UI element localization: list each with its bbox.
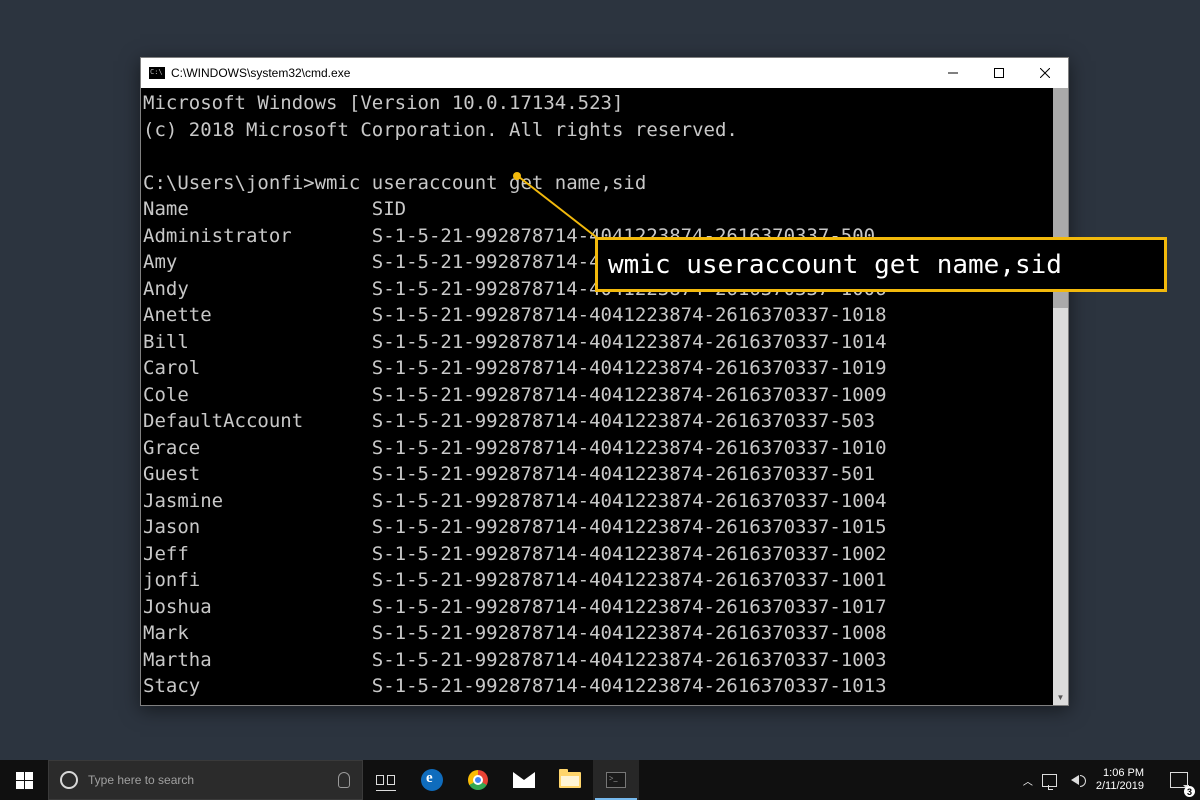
- windows-logo-icon: [16, 772, 33, 789]
- task-view-icon: [376, 772, 396, 788]
- taskbar-app-cmd[interactable]: [593, 760, 639, 800]
- maximize-button[interactable]: [976, 58, 1022, 88]
- annotation-leader-line: [560, 176, 561, 177]
- notification-icon: [1170, 772, 1188, 788]
- taskbar: Type here to search ︿ 1:06 PM 2/11/2019 …: [0, 760, 1200, 800]
- network-icon[interactable]: [1042, 774, 1057, 787]
- taskbar-app-edge[interactable]: [409, 760, 455, 800]
- cmd-app-icon: [149, 67, 165, 79]
- mail-icon: [513, 772, 535, 788]
- callout-text: wmic useraccount get name,sid: [608, 250, 1062, 280]
- volume-icon[interactable]: [1066, 775, 1079, 785]
- clock-date: 2/11/2019: [1096, 780, 1144, 793]
- action-center-button[interactable]: 3: [1158, 760, 1200, 800]
- system-tray: ︿ 1:06 PM 2/11/2019: [1017, 760, 1158, 800]
- cmd-window: C:\WINDOWS\system32\cmd.exe Microsoft Wi…: [140, 57, 1069, 706]
- cortana-icon: [60, 771, 78, 789]
- taskbar-app-chrome[interactable]: [455, 760, 501, 800]
- folder-icon: [559, 772, 581, 788]
- start-button[interactable]: [0, 760, 48, 800]
- search-placeholder: Type here to search: [88, 773, 194, 787]
- window-title: C:\WINDOWS\system32\cmd.exe: [171, 66, 350, 80]
- minimize-button[interactable]: [930, 58, 976, 88]
- taskbar-app-mail[interactable]: [501, 760, 547, 800]
- edge-icon: [421, 769, 443, 791]
- titlebar[interactable]: C:\WINDOWS\system32\cmd.exe: [141, 58, 1068, 88]
- microphone-icon[interactable]: [338, 772, 350, 788]
- search-box[interactable]: Type here to search: [48, 760, 363, 800]
- close-button[interactable]: [1022, 58, 1068, 88]
- chrome-icon: [468, 770, 488, 790]
- tray-overflow-button[interactable]: ︿: [1023, 773, 1033, 788]
- cmd-icon: [606, 772, 626, 788]
- task-view-button[interactable]: [363, 760, 409, 800]
- vertical-scrollbar[interactable]: ▲ ▼: [1053, 88, 1068, 705]
- taskbar-clock[interactable]: 1:06 PM 2/11/2019: [1088, 767, 1152, 793]
- clock-time: 1:06 PM: [1096, 767, 1144, 780]
- taskbar-app-file-explorer[interactable]: [547, 760, 593, 800]
- scroll-down-arrow-icon[interactable]: ▼: [1053, 690, 1068, 705]
- notification-count: 3: [1184, 786, 1195, 797]
- annotation-callout: wmic useraccount get name,sid: [595, 237, 1167, 292]
